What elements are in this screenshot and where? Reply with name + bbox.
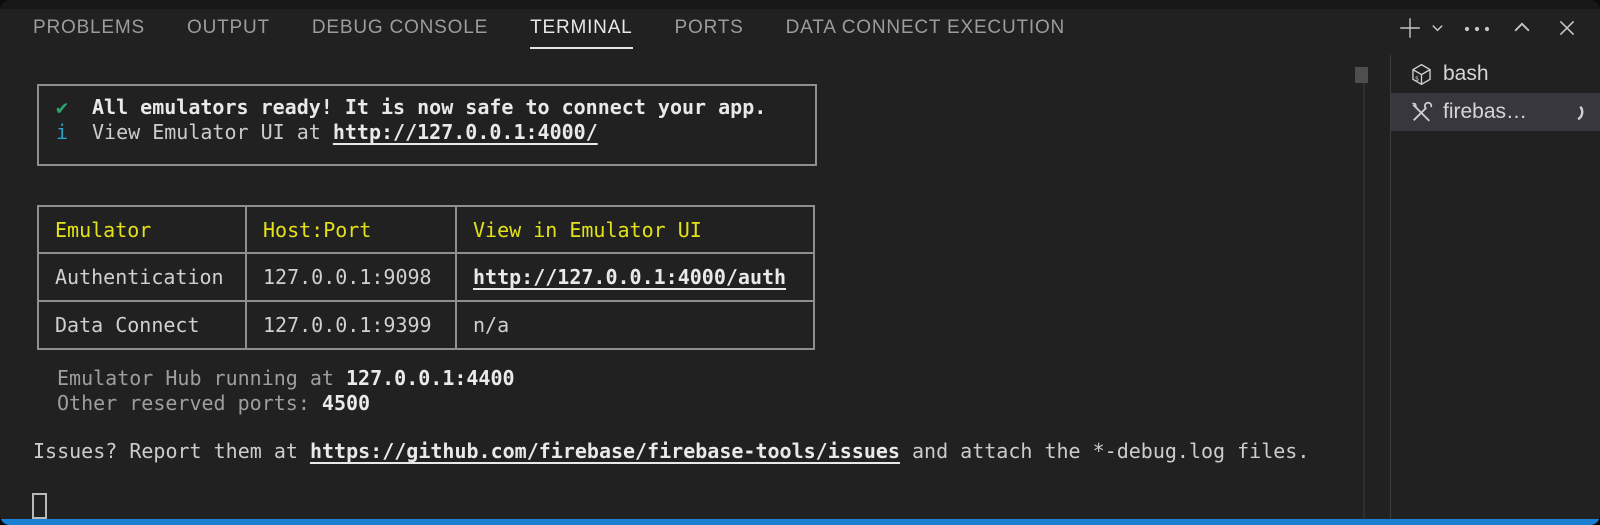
cell-view-link: http://127.0.0.1:4000/auth	[456, 253, 814, 301]
reserved-ports-line: Other reserved ports: 4500	[57, 391, 515, 416]
tab-data-connect-execution[interactable]: DATA CONNECT EXECUTION	[786, 0, 1065, 55]
new-terminal-button[interactable]	[1397, 15, 1423, 41]
terminal-tab-bash[interactable]: $ bash	[1391, 55, 1600, 93]
header-view-ui: View in Emulator UI	[456, 206, 814, 253]
close-panel-button[interactable]	[1556, 17, 1578, 39]
reserved-ports: 4500	[322, 391, 370, 415]
emulators-table: Emulator Host:Port View in Emulator UI A…	[37, 205, 815, 350]
cell-emulator: Authentication	[38, 253, 246, 301]
tab-ports[interactable]: PORTS	[675, 0, 744, 55]
banner-line-view: iView Emulator UI at http://127.0.0.1:40…	[56, 120, 815, 145]
banner-line-ready: ✔All emulators ready! It is now safe to …	[56, 95, 815, 120]
cell-host-port: 127.0.0.1:9399	[246, 301, 456, 349]
tab-output[interactable]: OUTPUT	[187, 0, 270, 55]
terminal-cursor	[32, 493, 47, 519]
table-row: Authentication 127.0.0.1:9098 http://127…	[38, 253, 814, 301]
hub-address: 127.0.0.1:4400	[346, 366, 515, 390]
terminal-list-sidebar: $ bash firebas…	[1390, 55, 1600, 519]
tab-problems[interactable]: PROBLEMS	[33, 0, 145, 55]
emulators-ready-banner: ✔All emulators ready! It is now safe to …	[37, 84, 817, 166]
terminal-profile-dropdown[interactable]	[1430, 20, 1445, 35]
terminal-bash-icon: $	[1409, 62, 1434, 87]
more-actions-button[interactable]	[1462, 16, 1492, 40]
table-header-row: Emulator Host:Port View in Emulator UI	[38, 206, 814, 253]
panel-action-buttons	[1397, 0, 1578, 55]
tools-icon	[1409, 100, 1434, 125]
terminal-scrollbar-thumb[interactable]	[1355, 67, 1368, 83]
plus-icon	[1397, 15, 1423, 41]
tab-terminal[interactable]: TERMINAL	[530, 0, 632, 55]
header-emulator: Emulator	[38, 206, 246, 253]
chevron-up-icon	[1511, 17, 1533, 39]
header-host-port: Host:Port	[246, 206, 456, 253]
github-issues-link[interactable]: https://github.com/firebase/firebase-too…	[310, 439, 900, 463]
ellipsis-icon	[1462, 16, 1492, 40]
svg-text:$: $	[1415, 74, 1419, 82]
terminal-tab-firebase[interactable]: firebas…	[1391, 93, 1600, 131]
terminal-tab-label: firebas…	[1443, 100, 1527, 124]
maximize-panel-button[interactable]	[1511, 17, 1533, 39]
issues-prefix: Issues? Report them at	[33, 439, 310, 463]
cell-view-na: n/a	[456, 301, 814, 349]
tab-debug-console[interactable]: DEBUG CONSOLE	[312, 0, 488, 55]
table-row: Data Connect 127.0.0.1:9399 n/a	[38, 301, 814, 349]
panel-tabbar: PROBLEMS OUTPUT DEBUG CONSOLE TERMINAL P…	[0, 0, 1600, 55]
reserved-prefix: Other reserved ports:	[57, 391, 322, 415]
auth-emulator-link[interactable]: http://127.0.0.1:4000/auth	[473, 265, 786, 289]
info-icon: i	[56, 120, 92, 145]
loading-spinner-icon	[1563, 101, 1585, 128]
issues-suffix: and attach the *-debug.log files.	[900, 439, 1309, 463]
view-prefix: View Emulator UI at	[92, 120, 333, 144]
close-icon	[1556, 17, 1578, 39]
panel-focus-border	[0, 519, 1600, 525]
emulator-ui-link[interactable]: http://127.0.0.1:4000/	[333, 120, 598, 144]
ready-message: All emulators ready! It is now safe to c…	[92, 95, 766, 119]
hub-prefix: Emulator Hub running at	[57, 366, 346, 390]
cell-host-port: 127.0.0.1:9098	[246, 253, 456, 301]
terminal-scrollbar-track	[1363, 68, 1365, 519]
issues-line: Issues? Report them at https://github.co…	[33, 439, 1309, 464]
check-icon: ✔	[56, 95, 92, 120]
cell-emulator: Data Connect	[38, 301, 246, 349]
terminal-tab-label: bash	[1443, 62, 1489, 86]
hub-line: Emulator Hub running at 127.0.0.1:4400	[57, 366, 515, 391]
chevron-down-icon	[1430, 20, 1445, 35]
hub-info-block: Emulator Hub running at 127.0.0.1:4400 O…	[57, 366, 515, 416]
terminal-panel: PROBLEMS OUTPUT DEBUG CONSOLE TERMINAL P…	[0, 0, 1600, 525]
